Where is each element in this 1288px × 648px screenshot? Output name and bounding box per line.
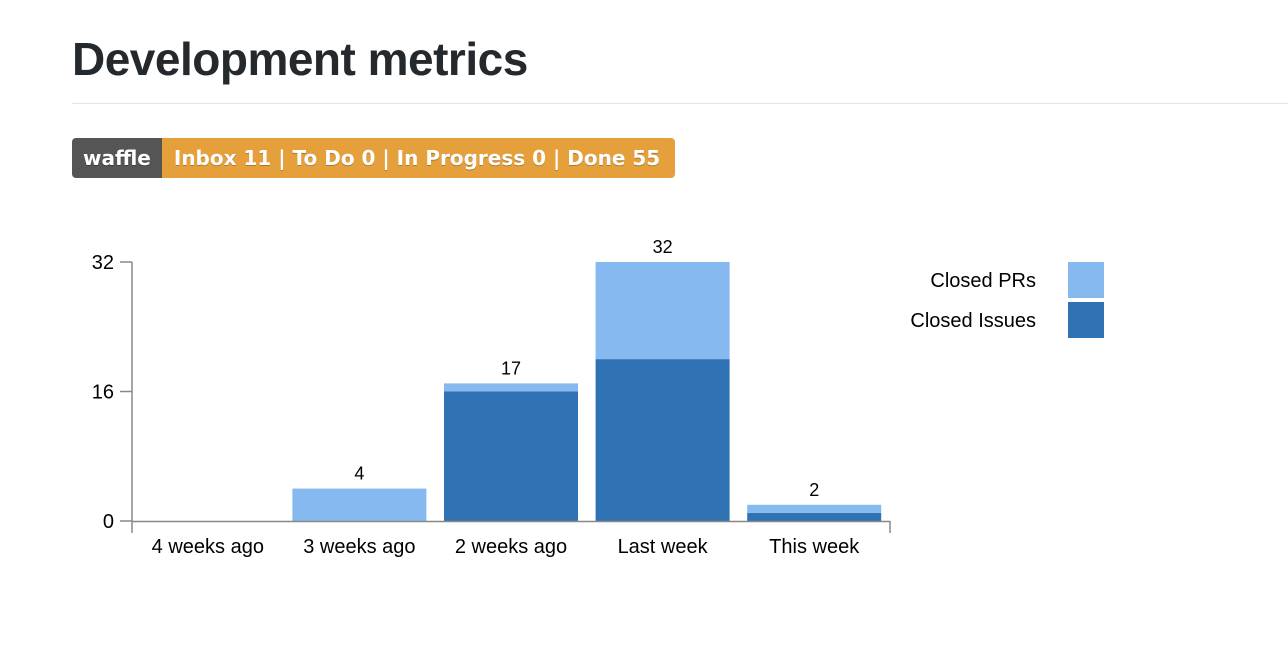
legend-swatch-closed-prs: [1068, 262, 1104, 298]
x-tick-label: 2 weeks ago: [455, 536, 567, 558]
bar-closed-prs-3: [595, 262, 730, 360]
x-tick-label: Last week: [618, 536, 709, 558]
x-tick-label: This week: [769, 536, 860, 558]
bar-total-label: 17: [501, 358, 521, 378]
bar-closed-issues-3: [595, 359, 730, 521]
legend-label-closed-issues: Closed Issues: [910, 310, 1036, 332]
bar-closed-prs-4: [747, 504, 882, 513]
bar-total-label: 4: [354, 464, 364, 484]
legend-swatch-closed-issues: [1068, 302, 1104, 338]
development-metrics-chart: 4 weeks ago 4 3 weeks ago 17 2 weeks ago 32 La…: [92, 237, 1104, 558]
x-tick-label: 3 weeks ago: [303, 536, 415, 558]
legend-label-closed-prs: Closed PRs: [930, 270, 1036, 292]
chart-legend: Closed PRs Closed Issues: [910, 262, 1104, 338]
bars-layer: [292, 262, 882, 521]
bar-total-label: 2: [809, 480, 819, 500]
bar-closed-prs-1: [292, 488, 427, 521]
x-tick-label: 4 weeks ago: [152, 536, 264, 558]
bar-closed-prs-2: [444, 383, 578, 392]
y-tick-label: 16: [92, 382, 114, 404]
bar-closed-issues-2: [444, 391, 578, 521]
bar-total-label: 32: [653, 237, 673, 257]
y-tick-label: 0: [103, 511, 114, 533]
y-tick-label: 32: [92, 252, 114, 274]
bar-closed-issues-4: [747, 512, 882, 521]
